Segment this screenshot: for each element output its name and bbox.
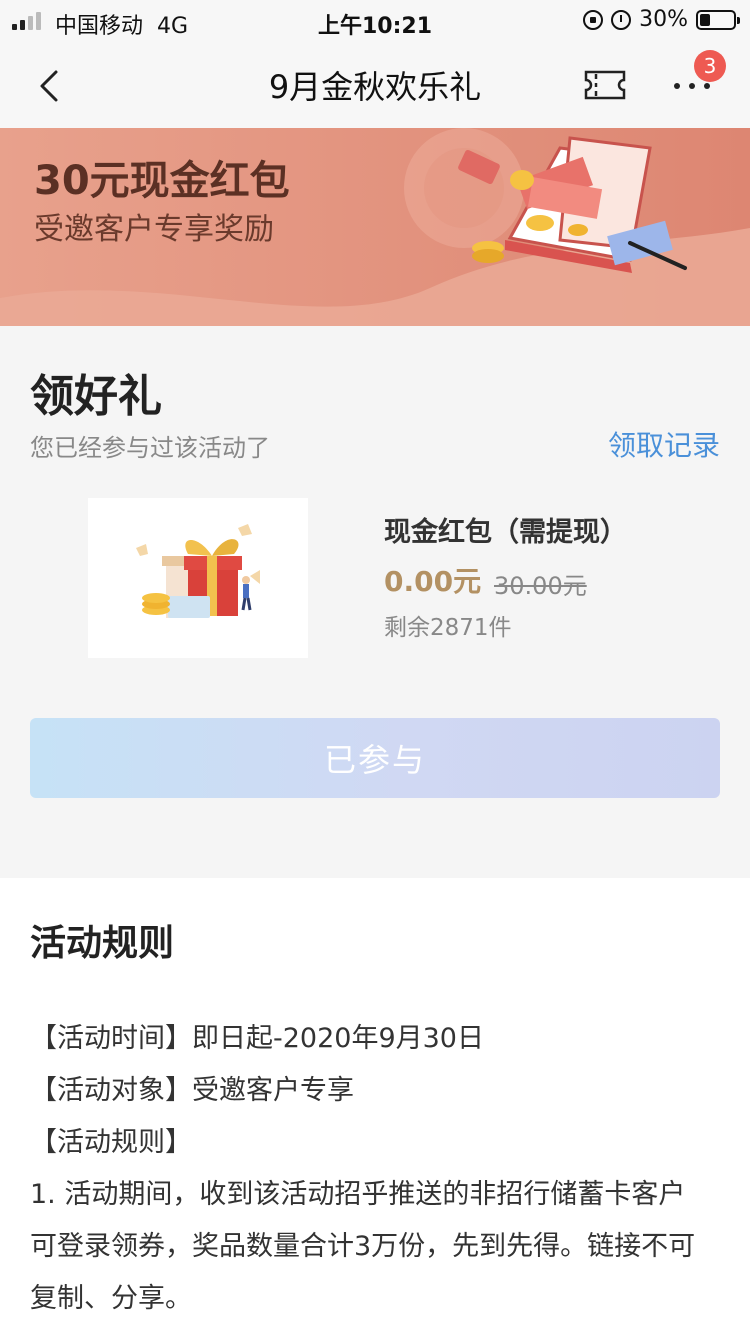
prize-image xyxy=(88,498,308,658)
claim-record-link[interactable]: 领取记录 xyxy=(608,424,720,464)
remaining-count: 剩余2871件 xyxy=(384,615,512,641)
rules-section: 活动规则 【活动时间】即日起-2020年9月30日 【活动对象】受邀客户专享 【… xyxy=(0,878,750,1334)
banner-subtitle: 受邀客户专享奖励 xyxy=(34,212,274,247)
participated-button[interactable]: 已参与 xyxy=(30,718,720,798)
gift-box-icon xyxy=(136,524,260,618)
original-price: 30.00元 xyxy=(494,572,587,600)
participated-notice: 您已经参与过该活动了 xyxy=(30,434,270,462)
rule-line: 【活动对象】受邀客户专享 xyxy=(30,1075,354,1106)
battery-icon xyxy=(696,9,740,30)
prize-price: 0.00元 xyxy=(384,565,482,598)
notification-badge: 3 xyxy=(694,50,726,82)
rule-line: 复制、分享。 xyxy=(30,1283,192,1314)
nav-bar: 9月金秋欢乐礼 3 xyxy=(0,42,750,128)
rules-title: 活动规则 xyxy=(30,923,175,964)
rule-line: 【活动时间】即日起-2020年9月30日 xyxy=(30,1023,484,1054)
banner-title: 30元现金红包 xyxy=(34,158,290,204)
battery-percent: 30% xyxy=(639,7,688,32)
promo-banner: 30元现金红包 受邀客户专享奖励 xyxy=(0,128,750,326)
rule-line: 1. 活动期间，收到该活动招乎推送的非招行储蓄卡客户 xyxy=(30,1179,686,1210)
rule-line: 可登录领券，奖品数量合计3万份，先到先得。链接不可 xyxy=(30,1231,696,1262)
alarm-icon xyxy=(611,9,632,30)
rotation-lock-icon xyxy=(583,9,604,30)
gift-section-title: 领好礼 xyxy=(30,371,162,422)
rule-line: 【活动规则】 xyxy=(30,1127,192,1158)
prize-name: 现金红包（需提现） xyxy=(384,517,627,548)
ticket-icon[interactable] xyxy=(584,70,626,100)
status-bar: 中国移动 4G 上午10:21 30% xyxy=(0,0,750,42)
page-title: 9月金秋欢乐礼 xyxy=(268,68,482,106)
